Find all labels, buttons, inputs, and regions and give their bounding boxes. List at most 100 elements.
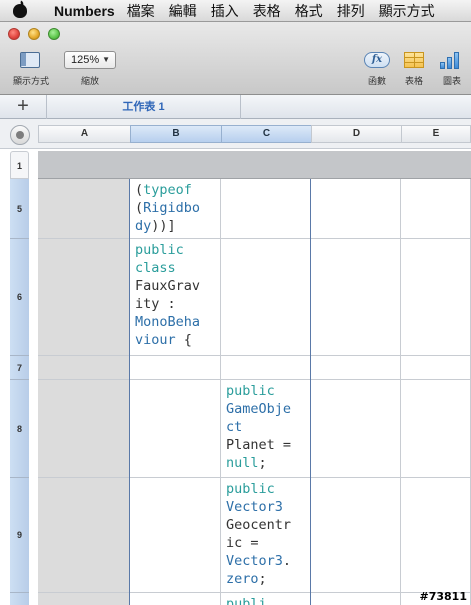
sheet-tab-bar: + 工作表 1 — [0, 95, 471, 119]
menu-edit[interactable]: 編輯 — [169, 1, 197, 21]
table-cell[interactable] — [221, 356, 311, 380]
cell-text: ; — [258, 571, 267, 587]
zoom-select[interactable]: 125% ▼ — [64, 51, 116, 69]
cell-text: ( — [135, 182, 144, 198]
header-row[interactable] — [38, 151, 471, 179]
table-cell[interactable] — [38, 593, 130, 605]
row-header[interactable]: 5 — [10, 179, 29, 239]
add-sheet-button[interactable]: + — [0, 95, 47, 119]
zoom-value: 125% — [71, 54, 100, 66]
table-cell[interactable]: public GameObje ct Planet = null; — [221, 380, 311, 478]
cell-text: ct — [226, 419, 243, 435]
menu-bar: Numbers 檔案 編輯 插入 表格 格式 排列 顯示方式 — [0, 0, 471, 22]
zoom-label: 縮放 — [80, 76, 99, 86]
close-window-button[interactable] — [8, 28, 20, 40]
cell-text: viour — [135, 332, 176, 348]
chart-icon[interactable] — [440, 51, 462, 69]
table-cell[interactable] — [311, 179, 401, 239]
cell-text: class — [135, 260, 176, 276]
cell-text: ; — [258, 455, 267, 471]
zoom-window-button[interactable] — [48, 28, 60, 40]
table-label: 表格 — [404, 76, 423, 86]
table-cell[interactable]: public Vector3 Geocentr ic = Vector3. ze… — [221, 478, 311, 593]
selection-border-left — [129, 179, 130, 605]
table-cell[interactable] — [311, 593, 401, 605]
column-header-a[interactable]: A — [38, 125, 130, 143]
apple-icon[interactable] — [12, 0, 40, 22]
chart-label: 圖表 — [442, 76, 461, 86]
table-cell[interactable] — [38, 179, 130, 239]
table-cell[interactable] — [401, 239, 471, 356]
table-cell[interactable] — [130, 356, 221, 380]
menu-format[interactable]: 格式 — [295, 1, 323, 21]
cell-text: public — [226, 383, 275, 399]
cell-text: { — [175, 332, 192, 348]
table-cell[interactable] — [311, 478, 401, 593]
row-header[interactable]: 7 — [10, 356, 29, 380]
cell-text: FauxGrav ity : — [135, 278, 201, 312]
cell-text: public — [135, 242, 184, 258]
menu-table[interactable]: 表格 — [253, 1, 281, 21]
table-cell[interactable]: (typeof (Rigidbo dy))] — [130, 179, 221, 239]
select-all-button[interactable] — [10, 125, 30, 145]
cell-text: ( — [135, 200, 144, 216]
numbers-window: Numbers 檔案 編輯 插入 表格 格式 排列 顯示方式 顯示方式 125%… — [0, 0, 471, 605]
cell-text: public — [226, 481, 275, 497]
table-cell[interactable] — [38, 478, 130, 593]
table-cell[interactable] — [130, 380, 221, 478]
cell-text: null — [226, 455, 259, 471]
cell-text: publi — [226, 596, 267, 605]
cell-text: . — [282, 553, 292, 569]
row-header-1[interactable]: 1 — [10, 151, 29, 179]
menu-app-name[interactable]: Numbers — [54, 3, 115, 19]
table-cell[interactable] — [130, 593, 221, 605]
menu-file[interactable]: 檔案 — [127, 1, 155, 21]
table-cell[interactable] — [221, 179, 311, 239]
row-header[interactable] — [10, 593, 29, 605]
menu-insert[interactable]: 插入 — [211, 1, 239, 21]
table-cell[interactable] — [401, 356, 471, 380]
cell-text: Vector3 — [226, 553, 283, 569]
row-header[interactable]: 6 — [10, 239, 29, 356]
menu-view[interactable]: 顯示方式 — [379, 1, 435, 21]
menu-arrange[interactable]: 排列 — [337, 1, 365, 21]
table-cell[interactable] — [401, 380, 471, 478]
table-cell[interactable] — [130, 478, 221, 593]
table-cell[interactable]: publi — [221, 593, 311, 605]
column-header-e[interactable]: E — [401, 125, 471, 143]
cell-text: dy — [135, 218, 152, 234]
cell-text: GameObje — [226, 401, 292, 417]
table-cell[interactable] — [311, 239, 401, 356]
table-cell[interactable] — [38, 356, 130, 380]
table-cell[interactable] — [311, 380, 401, 478]
chevron-down-icon: ▼ — [102, 55, 110, 64]
table-cell[interactable] — [221, 239, 311, 356]
cell-text: typeof — [143, 182, 192, 198]
view-label: 顯示方式 — [12, 76, 49, 86]
column-header-d[interactable]: D — [311, 125, 401, 143]
column-header-bar: A B C D E — [0, 119, 471, 149]
column-header-b[interactable]: B — [130, 125, 221, 143]
spreadsheet-grid[interactable]: 1 5 (typeof (Rigidbo dy))] 6 public class F… — [0, 149, 471, 605]
toolbar: 顯示方式 125% ▼ 縮放 fx 函數 表格 圖表 — [0, 22, 471, 95]
table-cell[interactable] — [311, 356, 401, 380]
table-cell[interactable] — [38, 380, 130, 478]
view-icon[interactable] — [20, 52, 40, 68]
column-header-c[interactable]: C — [221, 125, 311, 143]
table-cell[interactable] — [401, 478, 471, 593]
selection-border-right — [310, 179, 311, 605]
cell-text: ))] — [151, 218, 176, 234]
cell-text: zero — [226, 571, 259, 587]
tab-sheet-1[interactable]: 工作表 1 — [47, 95, 241, 119]
row-header[interactable]: 9 — [10, 478, 29, 593]
watermark-text: #73811 — [419, 590, 468, 603]
table-cell[interactable] — [38, 239, 130, 356]
minimize-window-button[interactable] — [28, 28, 40, 40]
table-cell[interactable] — [401, 179, 471, 239]
function-label: 函數 — [367, 76, 386, 86]
function-icon[interactable]: fx — [364, 52, 390, 68]
row-header[interactable]: 8 — [10, 380, 29, 478]
table-cell[interactable]: public class FauxGrav ity : MonoBeha vio… — [130, 239, 221, 356]
cell-text: Geocentr ic = — [226, 517, 292, 551]
table-icon[interactable] — [404, 52, 424, 68]
